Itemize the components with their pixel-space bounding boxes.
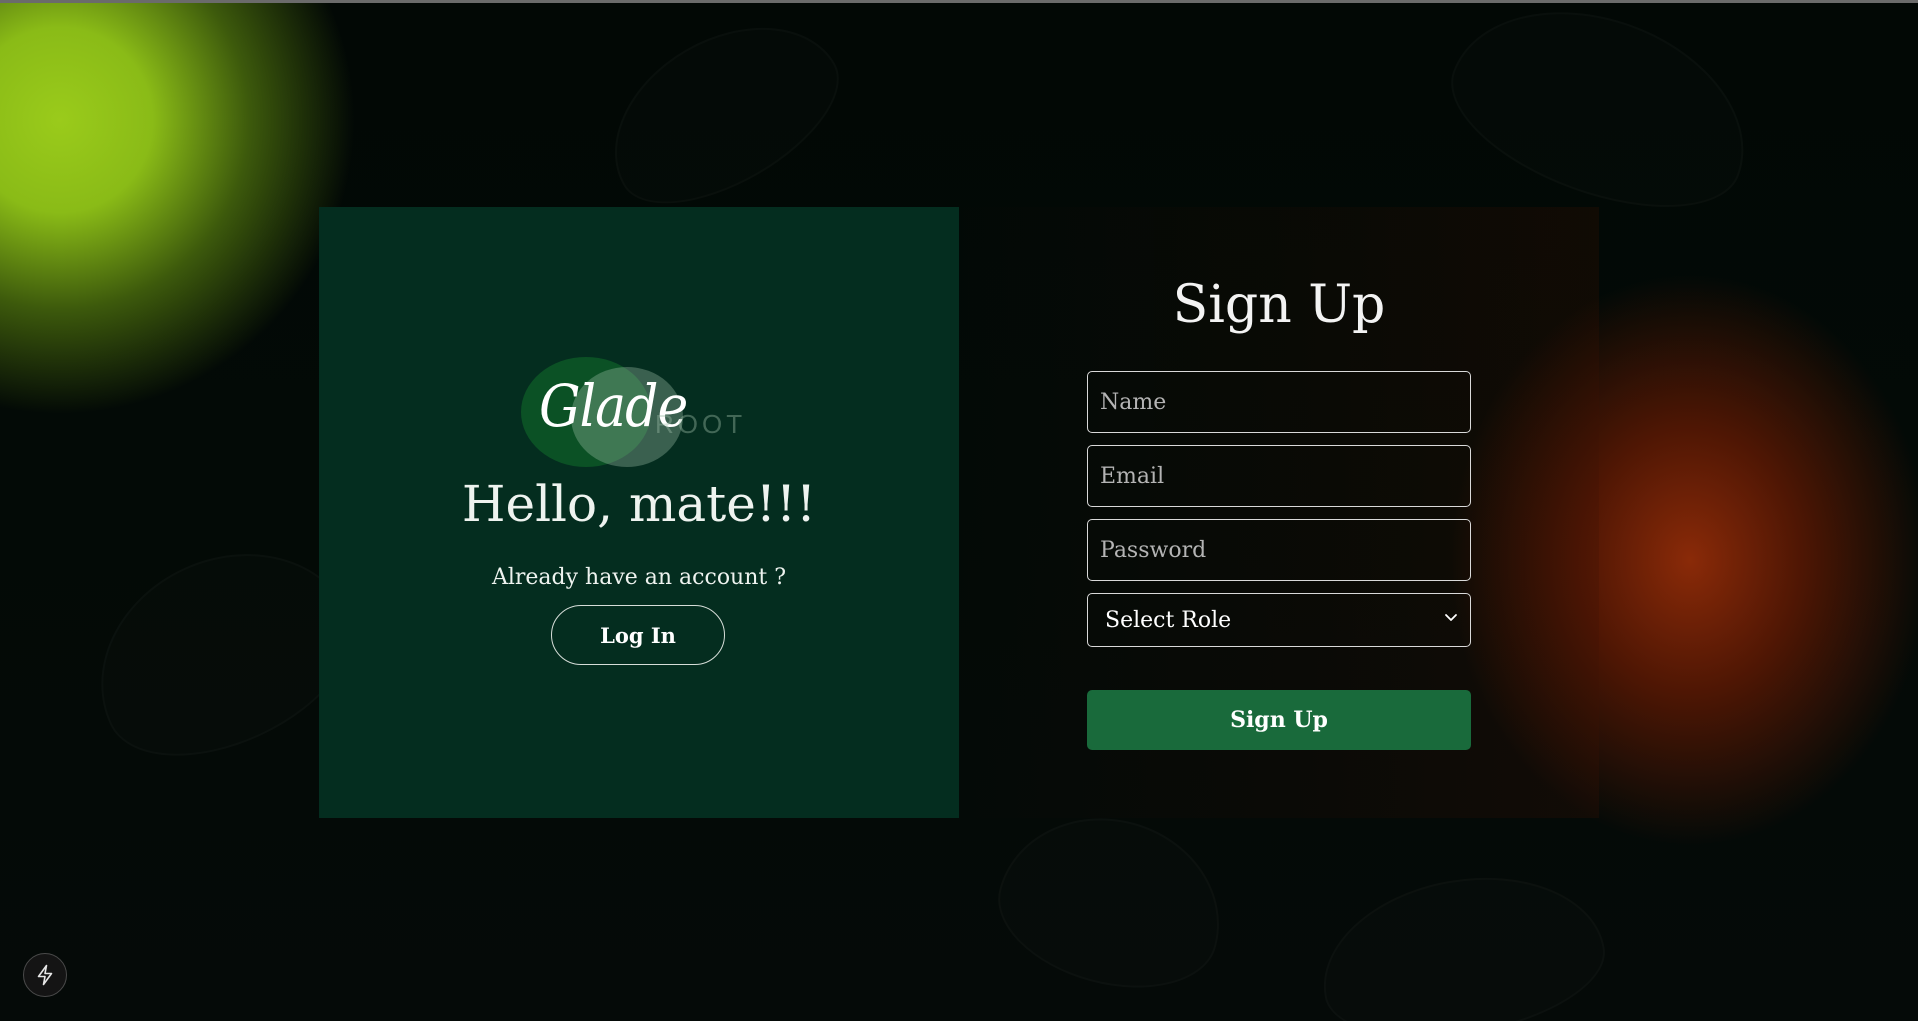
password-field[interactable] bbox=[1087, 519, 1471, 581]
brand-logo: Glade ROOT bbox=[519, 357, 759, 467]
chevron-down-icon bbox=[1445, 614, 1457, 621]
role-select-value: Select Role bbox=[1105, 607, 1232, 633]
logo-word-text: ROOT bbox=[655, 409, 747, 439]
background-leaf bbox=[983, 794, 1242, 1010]
welcome-panel: Glade ROOT Hello, mate!!! Already have a… bbox=[319, 207, 959, 818]
email-field[interactable] bbox=[1087, 445, 1471, 507]
browser-top-border bbox=[0, 0, 1918, 3]
role-select[interactable]: Select Role bbox=[1087, 593, 1471, 647]
login-button[interactable]: Log In bbox=[551, 605, 725, 665]
signup-submit-button[interactable]: Sign Up bbox=[1087, 690, 1471, 750]
welcome-heading: Hello, mate!!! bbox=[461, 475, 817, 533]
signup-title: Sign Up bbox=[1172, 275, 1386, 335]
name-field[interactable] bbox=[1087, 371, 1471, 433]
dev-indicator-button[interactable] bbox=[23, 953, 67, 997]
background-leaf bbox=[1309, 857, 1615, 1021]
background-leaf bbox=[580, 0, 863, 235]
signup-page: Glade ROOT Hello, mate!!! Already have a… bbox=[0, 0, 1918, 1021]
login-prompt: Already have an account ? bbox=[491, 565, 787, 590]
signup-panel: Sign Up Select Role Sign Up bbox=[959, 207, 1599, 818]
lightning-bolt-icon bbox=[37, 964, 53, 986]
background-leaf bbox=[1429, 0, 1774, 241]
